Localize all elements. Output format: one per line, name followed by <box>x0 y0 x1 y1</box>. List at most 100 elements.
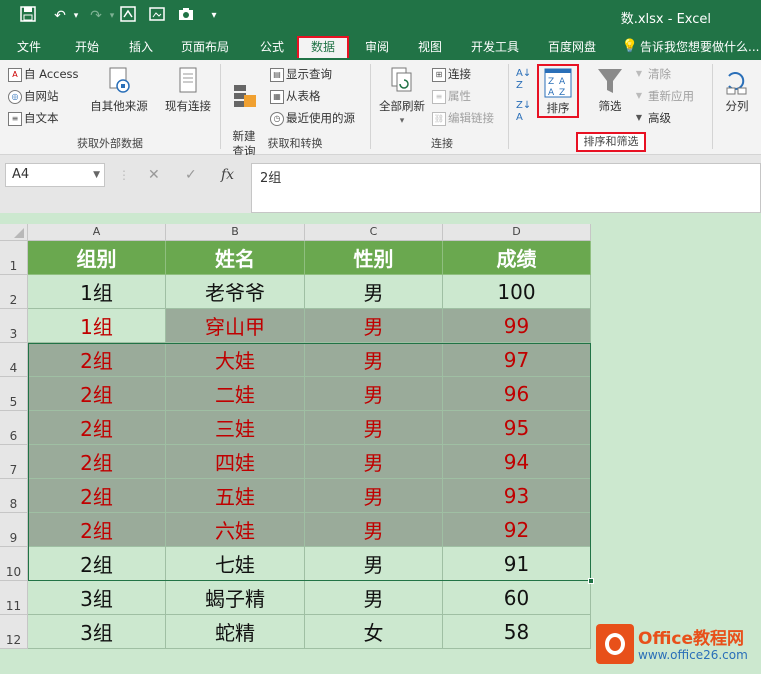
table-cell[interactable]: 男 <box>305 309 443 343</box>
table-cell[interactable]: 男 <box>305 513 443 547</box>
advanced-filter-button[interactable]: ▼ 高级 <box>632 108 671 128</box>
refresh-dropdown-icon[interactable]: ▾ <box>374 114 430 129</box>
show-queries-button[interactable]: ▤ 显示查询 <box>270 64 332 84</box>
table-cell[interactable]: 男 <box>305 479 443 513</box>
refresh-all-button[interactable]: 全部刷新 ▾ <box>374 66 430 129</box>
properties-button[interactable]: ≡ 属性 <box>432 86 471 106</box>
sort-button[interactable]: ZAAZ 排序 <box>537 64 579 118</box>
table-cell[interactable]: 94 <box>443 445 591 479</box>
cancel-icon[interactable]: ✕ <box>148 163 160 187</box>
table-cell[interactable]: 99 <box>443 309 591 343</box>
sort-az-icon[interactable]: A↓ Z <box>516 68 536 92</box>
tab-baidu-netdisk[interactable]: 百度网盘 <box>537 36 607 58</box>
tab-developer[interactable]: 开发工具 <box>461 36 529 58</box>
row-header[interactable]: 2 <box>0 275 28 309</box>
table-cell[interactable]: 95 <box>443 411 591 445</box>
table-cell[interactable]: 男 <box>305 411 443 445</box>
table-cell[interactable]: 2组 <box>28 547 166 581</box>
table-cell[interactable]: 60 <box>443 581 591 615</box>
text-to-columns-button[interactable]: 分列 <box>718 66 756 114</box>
table-cell[interactable]: 蝎子精 <box>166 581 305 615</box>
tab-home[interactable]: 开始 <box>63 36 111 58</box>
row-header[interactable]: 5 <box>0 377 28 411</box>
table-cell[interactable]: 91 <box>443 547 591 581</box>
header-cell[interactable]: 性别 <box>305 241 443 275</box>
row-header[interactable]: 1 <box>0 241 28 275</box>
table-cell[interactable]: 3组 <box>28 581 166 615</box>
table-cell[interactable]: 92 <box>443 513 591 547</box>
row-header[interactable]: 6 <box>0 411 28 445</box>
table-cell[interactable]: 100 <box>443 275 591 309</box>
row-header[interactable]: 8 <box>0 479 28 513</box>
table-cell[interactable]: 58 <box>443 615 591 649</box>
row-header[interactable]: 12 <box>0 615 28 649</box>
tab-insert[interactable]: 插入 <box>117 36 165 58</box>
table-cell[interactable]: 93 <box>443 479 591 513</box>
name-box[interactable]: A4 ▼ <box>5 163 105 187</box>
reapply-button[interactable]: ▼ 重新应用 <box>632 86 694 106</box>
table-cell[interactable]: 3组 <box>28 615 166 649</box>
table-cell[interactable]: 2组 <box>28 445 166 479</box>
table-cell[interactable]: 2组 <box>28 343 166 377</box>
table-cell[interactable]: 男 <box>305 275 443 309</box>
row-header[interactable]: 4 <box>0 343 28 377</box>
table-cell[interactable]: 老爷爷 <box>166 275 305 309</box>
table-cell[interactable]: 三娃 <box>166 411 305 445</box>
column-header-d[interactable]: D <box>443 224 591 241</box>
formula-input[interactable]: 2组 <box>251 163 761 213</box>
row-header[interactable]: 10 <box>0 547 28 581</box>
table-cell[interactable]: 97 <box>443 343 591 377</box>
from-other-sources-button[interactable]: 自其他来源 <box>88 66 150 114</box>
edit-links-button[interactable]: ⛓ 编辑链接 <box>432 108 494 128</box>
tab-review[interactable]: 审阅 <box>353 36 401 58</box>
table-cell[interactable]: 1组 <box>28 309 166 343</box>
table-cell[interactable]: 男 <box>305 581 443 615</box>
table-cell[interactable]: 四娃 <box>166 445 305 479</box>
table-cell[interactable]: 1组 <box>28 275 166 309</box>
column-header-c[interactable]: C <box>305 224 443 241</box>
insert-function-icon[interactable]: fx <box>221 163 234 187</box>
row-header[interactable]: 7 <box>0 445 28 479</box>
existing-connections-button[interactable]: 现有连接 <box>160 66 216 114</box>
table-cell[interactable]: 男 <box>305 547 443 581</box>
table-cell[interactable]: 2组 <box>28 513 166 547</box>
tab-formulas[interactable]: 公式 <box>248 36 296 58</box>
select-all-corner[interactable] <box>0 224 28 241</box>
table-cell[interactable]: 男 <box>305 343 443 377</box>
row-header[interactable]: 3 <box>0 309 28 343</box>
column-header-a[interactable]: A <box>28 224 166 241</box>
table-cell[interactable]: 2组 <box>28 479 166 513</box>
connections-button[interactable]: ⊞ 连接 <box>432 64 471 84</box>
from-text-button[interactable]: ≡ 自文本 <box>8 108 59 128</box>
table-cell[interactable]: 96 <box>443 377 591 411</box>
from-access-button[interactable]: A自 Access <box>8 64 79 84</box>
row-header[interactable]: 9 <box>0 513 28 547</box>
table-cell[interactable]: 女 <box>305 615 443 649</box>
tell-me-search[interactable]: 告诉我您想要做什么... <box>640 36 761 58</box>
row-header[interactable]: 11 <box>0 581 28 615</box>
enter-icon[interactable]: ✓ <box>185 163 197 187</box>
table-cell[interactable]: 大娃 <box>166 343 305 377</box>
column-header-b[interactable]: B <box>166 224 305 241</box>
recent-sources-button[interactable]: ◷ 最近使用的源 <box>270 108 355 128</box>
tab-data[interactable]: 数据 <box>297 36 349 58</box>
filter-button[interactable]: 筛选 <box>590 66 630 114</box>
clear-filter-button[interactable]: ▼ 清除 <box>632 64 671 84</box>
header-cell[interactable]: 姓名 <box>166 241 305 275</box>
table-cell[interactable]: 男 <box>305 445 443 479</box>
table-cell[interactable]: 五娃 <box>166 479 305 513</box>
table-cell[interactable]: 蛇精 <box>166 615 305 649</box>
header-cell[interactable]: 组别 <box>28 241 166 275</box>
header-cell[interactable]: 成绩 <box>443 241 591 275</box>
table-cell[interactable]: 男 <box>305 377 443 411</box>
table-cell[interactable]: 六娃 <box>166 513 305 547</box>
table-cell[interactable]: 2组 <box>28 377 166 411</box>
fill-handle[interactable] <box>588 578 594 584</box>
name-box-dropdown-icon[interactable]: ▼ <box>93 164 100 186</box>
formula-bar-resize-handle[interactable]: ⋮ <box>118 163 130 187</box>
table-cell[interactable]: 2组 <box>28 411 166 445</box>
table-cell[interactable]: 二娃 <box>166 377 305 411</box>
table-cell[interactable]: 穿山甲 <box>166 309 305 343</box>
from-table-button[interactable]: ▦ 从表格 <box>270 86 321 106</box>
tab-file[interactable]: 文件 <box>5 36 53 58</box>
